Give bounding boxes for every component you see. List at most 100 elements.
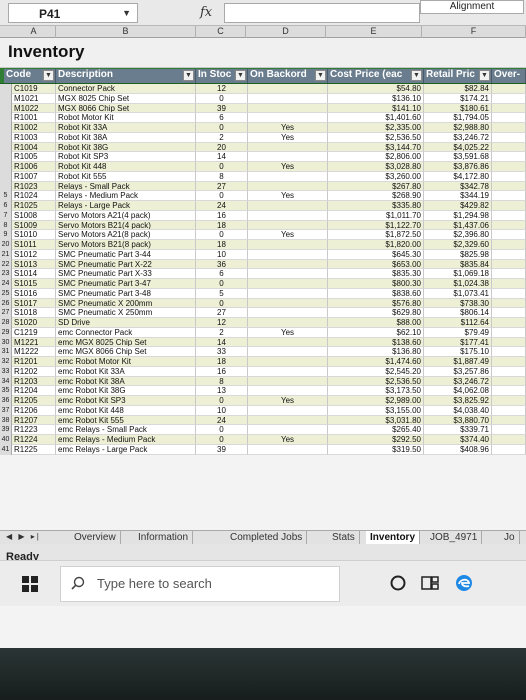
cell-code[interactable]: S1017 bbox=[12, 298, 56, 309]
sheet-nav-arrows[interactable]: ◀ ▶ ▸| bbox=[6, 532, 41, 541]
cell-on-backorder[interactable] bbox=[248, 357, 328, 367]
cell-code[interactable]: R1223 bbox=[12, 425, 56, 435]
cell-description[interactable]: Servo Motors A21(8 pack) bbox=[56, 230, 196, 240]
cell-cost-price[interactable]: $3,028.80 bbox=[328, 162, 424, 172]
column-header-f[interactable]: F bbox=[422, 26, 526, 38]
cell-on-backorder[interactable] bbox=[248, 425, 328, 435]
cell-description[interactable]: SMC Pneumatic X 200mm bbox=[56, 298, 196, 309]
cell-on-backorder[interactable] bbox=[248, 279, 328, 289]
cell-on-backorder[interactable] bbox=[248, 308, 328, 318]
taskbar-search[interactable]: Type here to search bbox=[60, 566, 340, 602]
row-number[interactable]: 41 bbox=[0, 444, 12, 455]
sheet-title[interactable]: Inventory bbox=[8, 42, 85, 62]
formula-input[interactable] bbox=[224, 3, 420, 23]
cell-in-stock[interactable]: 18 bbox=[196, 220, 248, 231]
cell-code[interactable]: C1219 bbox=[12, 327, 56, 338]
cell-on-backorder[interactable] bbox=[248, 405, 328, 416]
column-header-e[interactable]: E bbox=[326, 26, 422, 38]
cell-code[interactable]: R1003 bbox=[12, 132, 56, 143]
row-number[interactable] bbox=[0, 171, 12, 182]
cell-retail-price[interactable]: $3,591.68 bbox=[424, 152, 492, 162]
cell-in-stock[interactable]: 24 bbox=[196, 415, 248, 426]
cell-in-stock[interactable]: 20 bbox=[196, 142, 248, 153]
cell-code[interactable]: R1005 bbox=[12, 152, 56, 162]
cell-description[interactable]: emc Relays - Large Pack bbox=[56, 444, 196, 455]
cell-retail-price[interactable]: $806.14 bbox=[424, 308, 492, 318]
cell-on-backorder[interactable] bbox=[248, 113, 328, 123]
cell-over[interactable] bbox=[492, 337, 526, 348]
cell-code[interactable]: R1204 bbox=[12, 386, 56, 396]
cell-in-stock[interactable]: 39 bbox=[196, 444, 248, 455]
cell-cost-price[interactable]: $2,806.00 bbox=[328, 152, 424, 162]
cell-over[interactable] bbox=[492, 415, 526, 426]
cell-code[interactable]: S1009 bbox=[12, 220, 56, 231]
row-number[interactable]: 27 bbox=[0, 308, 12, 318]
column-header-c[interactable]: C bbox=[196, 26, 246, 38]
cell-retail-price[interactable]: $1,794.05 bbox=[424, 113, 492, 123]
cell-code[interactable]: R1024 bbox=[12, 191, 56, 201]
cell-code[interactable]: M1021 bbox=[12, 93, 56, 104]
cell-in-stock[interactable]: 0 bbox=[196, 298, 248, 309]
cell-over[interactable] bbox=[492, 259, 526, 270]
cell-description[interactable]: Robot Kit 38G bbox=[56, 142, 196, 153]
cell-cost-price[interactable]: $335.80 bbox=[328, 201, 424, 211]
filter-dropdown-icon[interactable]: ▼ bbox=[479, 70, 490, 81]
cell-in-stock[interactable]: 2 bbox=[196, 327, 248, 338]
cell-over[interactable] bbox=[492, 279, 526, 289]
chevron-down-icon[interactable]: ▼ bbox=[122, 8, 131, 18]
cell-description[interactable]: MGX 8025 Chip Set bbox=[56, 93, 196, 104]
row-number[interactable]: 31 bbox=[0, 347, 12, 357]
cell-in-stock[interactable]: 8 bbox=[196, 171, 248, 182]
cell-over[interactable] bbox=[492, 201, 526, 211]
row-number[interactable]: 21 bbox=[0, 249, 12, 260]
cell-over[interactable] bbox=[492, 444, 526, 455]
cell-code[interactable]: S1010 bbox=[12, 230, 56, 240]
cell-code[interactable]: R1007 bbox=[12, 171, 56, 182]
row-number[interactable]: 30 bbox=[0, 337, 12, 348]
cell-on-backorder[interactable] bbox=[248, 171, 328, 182]
cell-in-stock[interactable]: 16 bbox=[196, 366, 248, 377]
cell-cost-price[interactable]: $319.50 bbox=[328, 444, 424, 455]
cell-in-stock[interactable]: 6 bbox=[196, 269, 248, 279]
cell-over[interactable] bbox=[492, 162, 526, 172]
cell-over[interactable] bbox=[492, 171, 526, 182]
cell-code[interactable]: R1201 bbox=[12, 357, 56, 367]
formula-value[interactable]: Alignment bbox=[420, 0, 524, 14]
row-number[interactable] bbox=[0, 181, 12, 192]
cell-over[interactable] bbox=[492, 103, 526, 114]
cell-on-backorder[interactable] bbox=[248, 220, 328, 231]
row-number[interactable]: 33 bbox=[0, 366, 12, 377]
cell-code[interactable]: S1013 bbox=[12, 259, 56, 270]
tab-stats[interactable]: Stats bbox=[328, 531, 360, 545]
cell-retail-price[interactable]: $1,073.41 bbox=[424, 288, 492, 299]
cell-in-stock[interactable]: 10 bbox=[196, 249, 248, 260]
cell-cost-price[interactable]: $645.30 bbox=[328, 249, 424, 260]
cell-over[interactable] bbox=[492, 347, 526, 357]
cell-description[interactable]: emc Robot Kit 555 bbox=[56, 415, 196, 426]
header-retail-price[interactable]: Retail Pric ▼ bbox=[424, 69, 492, 83]
cell-cost-price[interactable]: $62.10 bbox=[328, 327, 424, 338]
cell-on-backorder[interactable]: Yes bbox=[248, 327, 328, 338]
cell-code[interactable]: R1203 bbox=[12, 376, 56, 387]
cell-description[interactable]: SMC Pneumatic Part 3-44 bbox=[56, 249, 196, 260]
cell-cost-price[interactable]: $2,536.50 bbox=[328, 376, 424, 387]
cell-retail-price[interactable]: $3,246.72 bbox=[424, 376, 492, 387]
windows-start-icon[interactable] bbox=[22, 576, 38, 592]
cell-cost-price[interactable]: $2,989.00 bbox=[328, 396, 424, 406]
cell-on-backorder[interactable]: Yes bbox=[248, 123, 328, 133]
row-number[interactable]: 9 bbox=[0, 230, 12, 240]
cell-in-stock[interactable]: 12 bbox=[196, 84, 248, 94]
cell-retail-price[interactable]: $835.84 bbox=[424, 259, 492, 270]
cell-code[interactable]: M1222 bbox=[12, 347, 56, 357]
cell-cost-price[interactable]: $1,474.60 bbox=[328, 357, 424, 367]
cell-retail-price[interactable]: $3,825.92 bbox=[424, 396, 492, 406]
column-header-d[interactable]: D bbox=[246, 26, 326, 38]
cell-on-backorder[interactable] bbox=[248, 103, 328, 114]
row-number[interactable] bbox=[0, 84, 12, 94]
cell-retail-price[interactable]: $3,876.86 bbox=[424, 162, 492, 172]
cell-on-backorder[interactable] bbox=[248, 210, 328, 221]
cell-over[interactable] bbox=[492, 181, 526, 192]
cell-retail-price[interactable]: $3,257.86 bbox=[424, 366, 492, 377]
cell-over[interactable] bbox=[492, 366, 526, 377]
tab-information[interactable]: Information bbox=[134, 531, 194, 545]
